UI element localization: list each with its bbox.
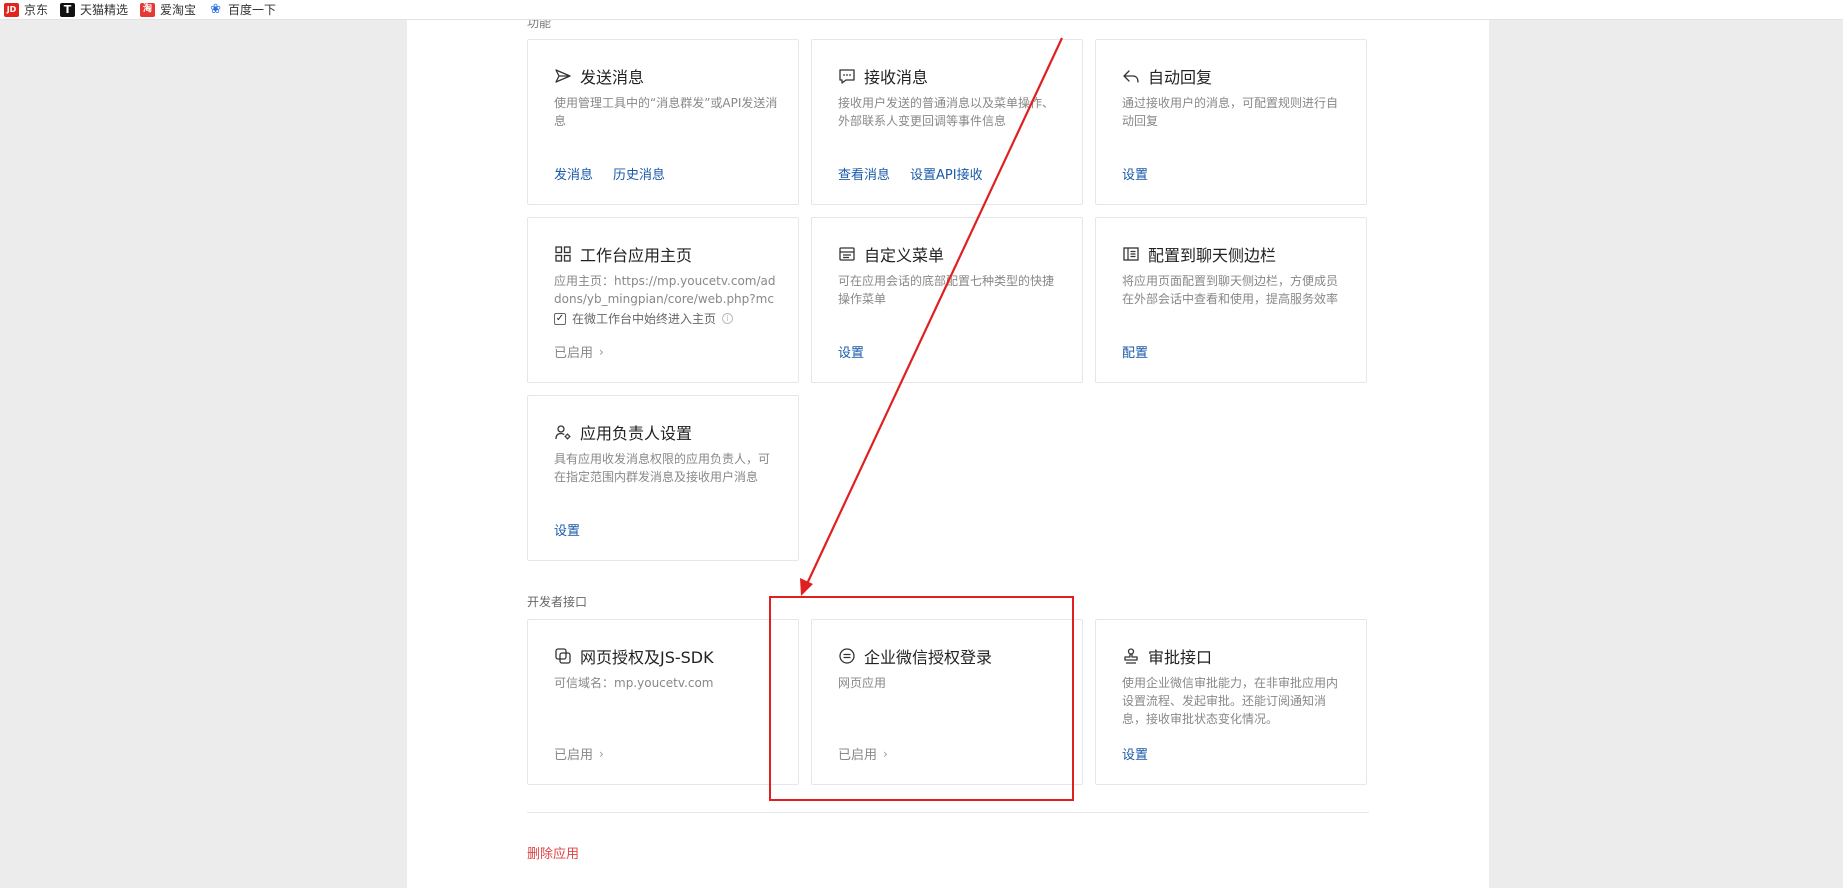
bookmark-tmall[interactable]: T 天猫精选 [60,1,128,18]
send-message-link[interactable]: 发消息 [554,164,593,183]
bookmark-label: 爱淘宝 [160,3,197,17]
card-title: 接收消息 [864,68,929,87]
bookmark-baidu[interactable]: ❀ 百度一下 [208,1,276,18]
history-message-link[interactable]: 历史消息 [613,164,665,183]
baidu-paw-icon: ❀ [210,2,221,17]
always-enter-homepage-option[interactable]: ✓ 在微工作台中始终进入主页 i [554,310,734,327]
grid-icon [554,245,572,263]
section-label-developer-api: 开发者接口 [527,595,588,609]
status-label: 已启用 [554,346,594,361]
bookmark-label: 京东 [24,3,49,17]
card-wecom-auth-login: 企业微信授权登录 网页应用 已启用 › [811,619,1083,785]
bookmark-label: 百度一下 [228,3,277,17]
user-gear-icon [554,423,572,441]
chevron-right-icon: › [599,746,604,761]
card-desc: 可在应用会话的底部配置七种类型的快捷操作菜单 [838,274,1055,306]
card-title: 应用负责人设置 [580,424,693,443]
jd-logo-icon: JD [4,2,19,17]
enabled-status[interactable]: 已启用 › [838,744,888,764]
card-send-message: 发送消息 使用管理工具中的“消息群发”或API发送消息 发消息 历史消息 [527,39,799,205]
wecom-auth-icon [838,647,856,665]
card-title: 配置到聊天侧边栏 [1148,246,1277,265]
card-desc: 接收用户发送的普通消息以及菜单操作、外部联系人变更回调等事件信息 [838,96,1055,128]
taobao-logo-icon: 淘 [140,2,156,17]
card-desc: 使用企业微信审批能力，在非审批应用内设置流程、发起审批。还能订阅通知消息，接收审… [1122,676,1339,726]
card-title: 自动回复 [1148,68,1213,87]
card-desc: 使用管理工具中的“消息群发”或API发送消息 [554,96,778,128]
divider [527,812,1369,813]
card-desc: 通过接收用户的消息，可配置规则进行自动回复 [1122,96,1339,128]
view-message-link[interactable]: 查看消息 [838,164,890,183]
send-icon [554,67,572,85]
bookmark-taobao[interactable]: 淘 爱淘宝 [140,1,196,18]
auto-reply-settings-link[interactable]: 设置 [1122,164,1148,183]
card-title: 网页授权及JS-SDK [580,648,714,667]
card-title: 工作台应用主页 [580,246,693,265]
chat-bubble-icon [838,67,856,85]
card-app-owner: 应用负责人设置 具有应用收发消息权限的应用负责人，可在指定范围内群发消息及接收用… [527,395,799,561]
checkbox-label: 在微工作台中始终进入主页 [572,312,717,326]
card-desc: 应用主页：https://mp.youcetv.com/addons/yb_mi… [554,274,776,306]
chevron-right-icon: › [883,746,888,761]
enabled-status[interactable]: 已启用 › [554,744,604,764]
card-auto-reply: 自动回复 通过接收用户的消息，可配置规则进行自动回复 设置 [1095,39,1367,205]
card-desc: 可信域名：mp.youcetv.com [554,676,714,690]
reply-icon [1122,67,1140,85]
approval-settings-link[interactable]: 设置 [1122,744,1148,763]
enabled-status[interactable]: 已启用 › [554,342,604,362]
card-title: 自定义菜单 [864,246,945,265]
card-title: 审批接口 [1148,648,1213,667]
status-label: 已启用 [838,748,878,763]
card-workbench-homepage: 工作台应用主页 应用主页：https://mp.youcetv.com/addo… [527,217,799,383]
card-title: 企业微信授权登录 [864,648,993,667]
card-desc: 具有应用收发消息权限的应用负责人，可在指定范围内群发消息及接收用户消息 [554,452,771,484]
card-title: 发送消息 [580,68,645,87]
card-chat-sidebar: 配置到聊天侧边栏 将应用页面配置到聊天侧边栏，方便成员在外部会话中查看和使用，提… [1095,217,1367,383]
tmall-logo-icon: T [60,2,76,17]
menu-icon [838,245,856,263]
info-icon[interactable]: i [722,313,734,324]
card-web-auth-jssdk: 网页授权及JS-SDK 可信域名：mp.youcetv.com 已启用 › [527,619,799,785]
checkbox-checked[interactable]: ✓ [554,312,566,325]
app-owner-settings-link[interactable]: 设置 [554,520,580,539]
chat-sidebar-config-link[interactable]: 配置 [1122,342,1148,361]
chevron-right-icon: › [599,344,604,359]
app-detail-panel: 功能 发送消息 使用管理工具中的“消息群发”或API发送消息 发消息 历史消息 … [407,16,1489,888]
delete-app-link[interactable]: 删除应用 [527,843,579,862]
card-desc: 网页应用 [838,676,887,690]
stamp-icon [1122,647,1140,665]
card-custom-menu: 自定义菜单 可在应用会话的底部配置七种类型的快捷操作菜单 设置 [811,217,1083,383]
set-api-receive-link[interactable]: 设置API接收 [910,164,983,183]
web-auth-icon [554,647,572,665]
status-label: 已启用 [554,748,594,763]
card-receive-message: 接收消息 接收用户发送的普通消息以及菜单操作、外部联系人变更回调等事件信息 查看… [811,39,1083,205]
bookmarks-bar: JD 京东 T 天猫精选 淘 爱淘宝 ❀ 百度一下 [0,0,1843,20]
bookmark-label: 天猫精选 [80,3,129,17]
card-approval-api: 审批接口 使用企业微信审批能力，在非审批应用内设置流程、发起审批。还能订阅通知消… [1095,619,1367,785]
bookmark-jd[interactable]: JD 京东 [4,1,48,18]
card-desc: 将应用页面配置到聊天侧边栏，方便成员在外部会话中查看和使用，提高服务效率 [1122,274,1339,306]
custom-menu-settings-link[interactable]: 设置 [838,342,864,361]
sidebar-icon [1122,245,1140,263]
